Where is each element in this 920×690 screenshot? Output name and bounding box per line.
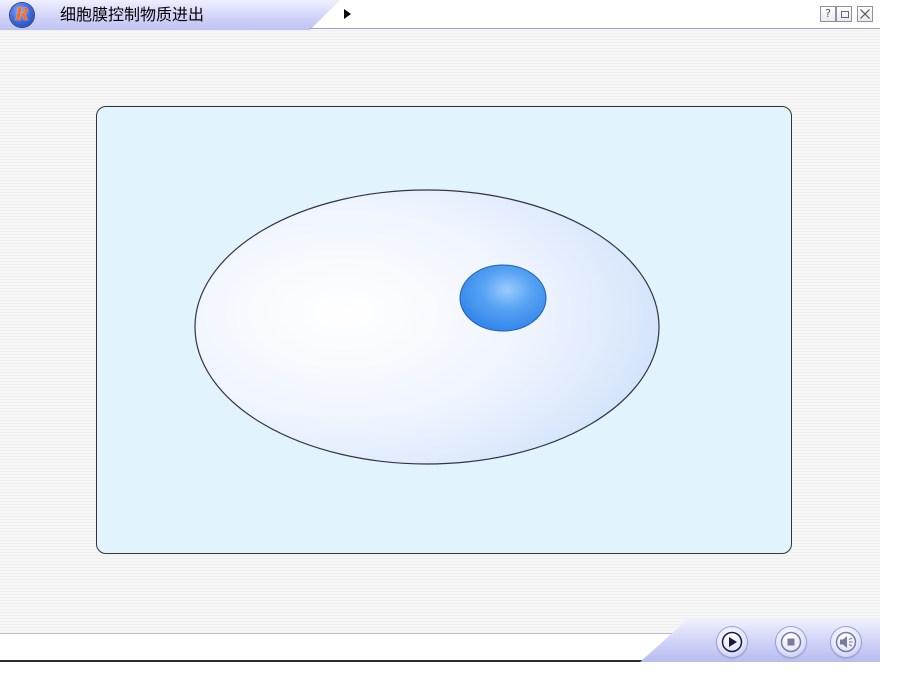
- restore-button[interactable]: [836, 6, 852, 22]
- close-icon: [860, 9, 870, 19]
- app-window: R 细胞膜控制物质进出 ?: [0, 0, 920, 690]
- close-button[interactable]: [857, 6, 873, 22]
- title-bar: R 细胞膜控制物质进出 ?: [0, 0, 880, 30]
- play-icon: [721, 631, 743, 653]
- stop-button[interactable]: [776, 627, 806, 657]
- play-button[interactable]: [717, 627, 747, 657]
- cell-nucleus: [459, 264, 547, 332]
- window-title: 细胞膜控制物质进出: [60, 5, 205, 24]
- cell-membrane: [194, 189, 660, 465]
- sound-button[interactable]: [831, 627, 861, 657]
- menu-arrow-button[interactable]: [336, 2, 362, 26]
- cell-illustration: [194, 189, 660, 465]
- play-arrow-icon: [344, 9, 351, 19]
- control-bar: [0, 619, 880, 664]
- animation-stage: [0, 30, 880, 633]
- stop-icon: [780, 631, 802, 653]
- help-button[interactable]: ?: [820, 6, 836, 22]
- restore-icon: [841, 11, 849, 18]
- cell-panel: [96, 106, 792, 554]
- app-logo-icon: R: [10, 3, 34, 27]
- sound-icon: [835, 631, 857, 653]
- title-bar-divider: [310, 28, 880, 29]
- help-icon: ?: [825, 7, 831, 20]
- app-logo-letter: R: [14, 5, 30, 25]
